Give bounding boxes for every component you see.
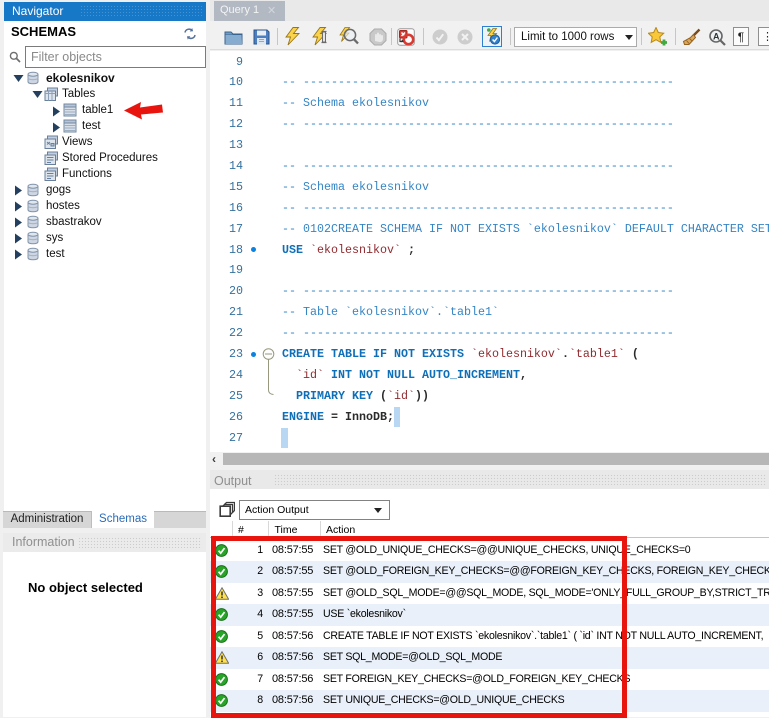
svg-text:A: A	[713, 32, 720, 42]
